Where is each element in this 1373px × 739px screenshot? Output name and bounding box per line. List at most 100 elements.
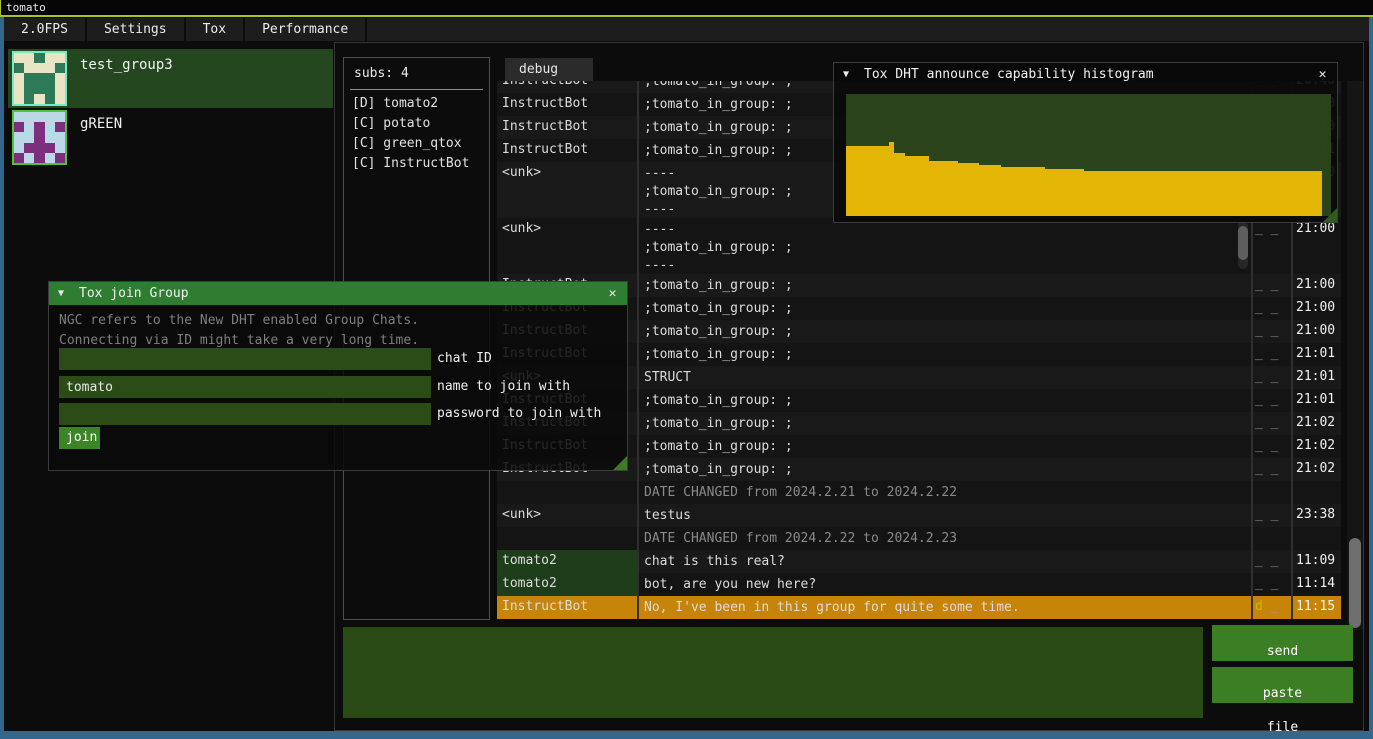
- join-button[interactable]: join: [59, 427, 100, 449]
- sender-name: InstructBot: [497, 93, 637, 116]
- subs-separator: [350, 89, 483, 90]
- message-time: 21:00: [1296, 274, 1341, 292]
- message-text: STRUCT: [644, 366, 1244, 389]
- avatar-pixel: [34, 153, 44, 163]
- join-window-titlebar[interactable]: ▼ Tox join Group ✕: [49, 282, 627, 305]
- message-text: ;tomato_in_group: ;: [644, 297, 1244, 320]
- message-time: 21:00: [1296, 320, 1341, 338]
- resize-grip-icon[interactable]: [1323, 208, 1337, 222]
- join-password-field[interactable]: [59, 403, 431, 425]
- avatar-pixel: [55, 63, 65, 73]
- histogram-bar-segment: [979, 165, 1001, 216]
- message-status: _ _: [1255, 504, 1289, 522]
- subs-member-tomato2[interactable]: [D] tomato2: [352, 94, 438, 114]
- chat-id-field[interactable]: [59, 348, 431, 370]
- histogram-bar-segment: [846, 146, 889, 216]
- date-row[interactable]: DATE CHANGED from 2024.2.21 to 2024.2.22: [497, 481, 1341, 504]
- message-time: 11:14: [1296, 573, 1341, 591]
- histogram-bar-segment: [958, 163, 980, 216]
- message-status: _ _: [1255, 343, 1289, 361]
- histogram-window[interactable]: ▼ Tox DHT announce capability histogram …: [833, 62, 1338, 223]
- group-row-gREEN[interactable]: gREEN: [8, 108, 333, 167]
- send-file-button[interactable]: send file: [1212, 625, 1353, 661]
- message-text: ---- ;tomato_in_group: ; ----: [644, 218, 1244, 274]
- avatar-pixel: [45, 94, 55, 104]
- accent-line: [0, 15, 1373, 17]
- message-time: 21:02: [1296, 458, 1341, 476]
- group-name-label: gREEN: [80, 116, 122, 132]
- menu-item-tox[interactable]: Tox: [186, 18, 245, 41]
- group-avatar: [12, 51, 67, 106]
- histogram-bar-segment: [894, 153, 905, 216]
- chat-id-label: chat ID: [437, 348, 492, 370]
- menu-item-settings[interactable]: Settings: [87, 18, 186, 41]
- histogram-bar-segment: [929, 161, 957, 217]
- chat-row[interactable]: InstructBotNo, I've been in this group f…: [497, 596, 1341, 619]
- app-titlebar: tomato: [0, 0, 1373, 15]
- message-status: _ _: [1255, 458, 1289, 476]
- group-name-label: test_group3: [80, 57, 173, 73]
- histogram-window-titlebar[interactable]: ▼ Tox DHT announce capability histogram …: [834, 63, 1337, 86]
- delivered-mark: d: [1255, 599, 1263, 614]
- chat-name-divider: [637, 81, 639, 619]
- tab-debug[interactable]: debug: [505, 58, 593, 81]
- histogram-bar-segment: [905, 156, 929, 216]
- chat-scrollbar-thumb[interactable]: [1349, 538, 1361, 628]
- menu-item-performance[interactable]: Performance: [245, 18, 367, 41]
- message-status: _ _: [1255, 412, 1289, 430]
- resize-grip-icon[interactable]: [613, 456, 627, 470]
- avatar-pixel: [34, 53, 44, 63]
- chat-row[interactable]: tomato2 bot, are you new here? _ _ 11:14: [497, 573, 1341, 596]
- avatar-pixel: [34, 132, 44, 142]
- close-icon[interactable]: ✕: [1314, 66, 1331, 83]
- paste-file-button[interactable]: paste file: [1212, 667, 1353, 703]
- chat-row[interactable]: <unk>testus_ _23:38: [497, 504, 1341, 527]
- message-text: ;tomato_in_group: ;: [644, 412, 1244, 435]
- sender-name: <unk>: [497, 504, 637, 527]
- histogram-window-title: Tox DHT announce capability histogram: [864, 63, 1154, 86]
- message-status: _ _: [1255, 550, 1289, 568]
- avatar-pixel: [24, 143, 34, 153]
- message-text: bot, are you new here?: [644, 573, 1244, 596]
- join-name-label: name to join with: [437, 376, 570, 398]
- avatar-pixel: [34, 143, 44, 153]
- message-status: _ _: [1255, 573, 1289, 591]
- join-name-field[interactable]: [59, 376, 431, 398]
- collapse-triangle-icon[interactable]: ▼: [843, 63, 849, 86]
- subs-member-InstructBot[interactable]: [C] InstructBot: [352, 154, 469, 174]
- message-time: 11:09: [1296, 550, 1341, 568]
- message-time: 21:01: [1296, 389, 1341, 407]
- sender-name: tomato2: [497, 573, 637, 596]
- message-time: 21:02: [1296, 412, 1341, 430]
- send-file-label-line1: send: [1267, 644, 1298, 659]
- avatar-pixel: [24, 94, 34, 104]
- avatar-pixel: [45, 73, 55, 83]
- message-time: 21:01: [1296, 366, 1341, 384]
- message-time: 21:00: [1296, 297, 1341, 315]
- date-row[interactable]: DATE CHANGED from 2024.2.22 to 2024.2.23: [497, 527, 1341, 550]
- subs-member-green_qtox[interactable]: [C] green_qtox: [352, 134, 462, 154]
- join-desc-line1: NGC refers to the New DHT enabled Group …: [59, 313, 419, 328]
- frame-bottom: [0, 731, 1373, 739]
- avatar-pixel: [55, 153, 65, 163]
- close-icon[interactable]: ✕: [604, 285, 621, 302]
- chat-row[interactable]: tomato2chat is this real?_ _11:09: [497, 550, 1341, 573]
- join-group-window[interactable]: ▼ Tox join Group ✕ NGC refers to the New…: [48, 281, 628, 471]
- app-title: tomato: [6, 1, 46, 14]
- collapse-triangle-icon[interactable]: ▼: [58, 282, 64, 305]
- avatar-pixel: [14, 153, 24, 163]
- avatar-pixel: [14, 122, 24, 132]
- sender-name: <unk>: [497, 162, 637, 218]
- group-row-test_group3[interactable]: test_group3: [8, 49, 333, 108]
- group-avatar: [12, 110, 67, 165]
- subs-member-potato[interactable]: [C] potato: [352, 114, 430, 134]
- message-text: ;tomato_in_group: ;: [644, 343, 1244, 366]
- paste-file-label-line1: paste: [1263, 686, 1302, 701]
- message-status: d _: [1255, 596, 1289, 614]
- message-input[interactable]: [343, 627, 1203, 718]
- chat-row[interactable]: <unk>---- ;tomato_in_group: ; ----_ _21:…: [497, 218, 1341, 274]
- avatar-pixel: [34, 84, 44, 94]
- message-text: ;tomato_in_group: ;: [644, 389, 1244, 412]
- message-cell-scrollbar-thumb[interactable]: [1238, 226, 1248, 260]
- avatar-pixel: [14, 63, 24, 73]
